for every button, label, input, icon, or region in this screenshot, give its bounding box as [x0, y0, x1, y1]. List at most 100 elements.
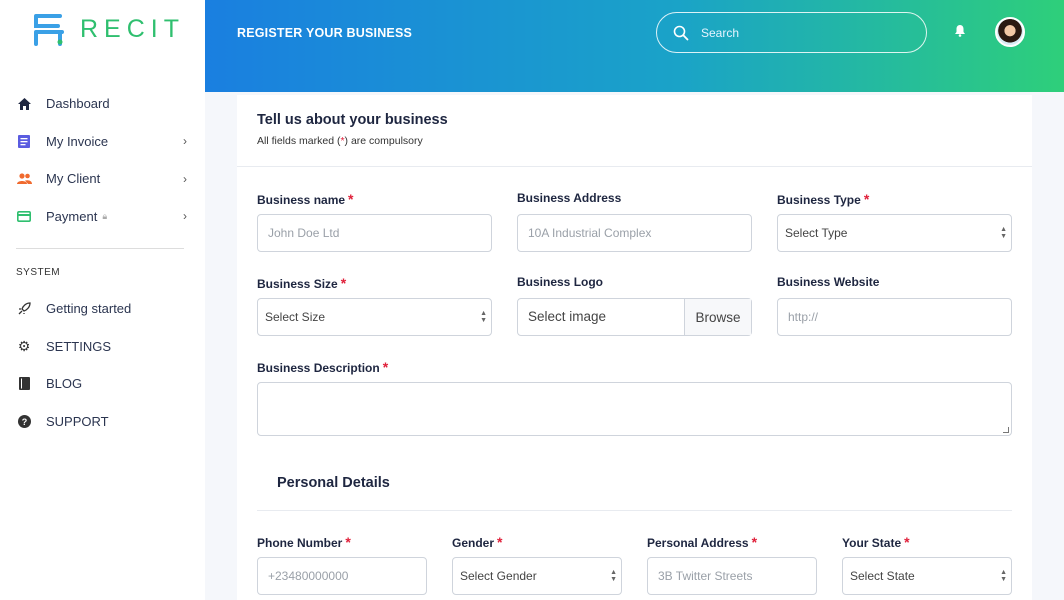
business-type-value: Select Type [785, 226, 848, 240]
required-mark: * [340, 275, 347, 291]
business-name-label-text: Business name [257, 193, 346, 207]
lock-icon: 🔒︎ [102, 210, 108, 221]
business-form-card: Tell us about your business All fields m… [237, 95, 1032, 600]
page-title: REGISTER YOUR BUSINESS [237, 26, 413, 40]
business-address-label: Business Address [517, 191, 622, 205]
business-description-label: Business Description * [257, 359, 388, 375]
business-logo-value: Select image [528, 309, 607, 324]
form-header-divider [237, 166, 1032, 167]
sidebar-system-nav: Getting started ⚙ SETTINGS BLOG ? SUPPOR… [0, 290, 205, 440]
required-mark: * [497, 534, 503, 550]
business-description-label-text: Business Description [257, 361, 380, 375]
sidebar-item-label: SETTINGS [46, 338, 112, 354]
business-logo-file[interactable]: Select image Browse [517, 298, 752, 336]
sidebar-item-support[interactable]: ? SUPPORT [0, 403, 205, 441]
business-website-field [777, 298, 1012, 336]
resize-grip-icon[interactable] [1003, 427, 1009, 433]
required-mark: * [751, 534, 758, 550]
rocket-icon [16, 301, 32, 317]
gender-label: Gender * [452, 534, 502, 550]
personal-address-label: Personal Address * [647, 534, 757, 550]
search-icon [673, 25, 689, 40]
required-mark: * [345, 534, 351, 550]
gender-label-text: Gender [452, 536, 495, 550]
business-address-input[interactable] [518, 215, 751, 251]
business-name-field [257, 214, 492, 252]
business-website-label: Business Website [777, 275, 880, 289]
state-select[interactable]: Select State ▲ ▼ [842, 557, 1012, 595]
sidebar-divider [16, 248, 184, 249]
business-address-field [517, 214, 752, 252]
sidebar-item-label: Dashboard [46, 96, 110, 112]
business-description-textarea[interactable] [258, 383, 1011, 435]
logo-text: RECIT [80, 14, 185, 43]
card-icon [16, 208, 32, 224]
phone-field [257, 557, 427, 595]
business-name-label: Business name * [257, 191, 354, 207]
personal-address-input[interactable] [648, 558, 816, 594]
invoice-icon [16, 133, 32, 149]
chevron-right-icon: › [183, 171, 187, 186]
sidebar-item-settings[interactable]: ⚙ SETTINGS [0, 328, 205, 366]
business-size-value: Select Size [265, 310, 326, 324]
chevron-right-icon: › [183, 209, 187, 224]
form-subtitle: All fields marked (*) are compulsory [257, 135, 423, 147]
sidebar-item-label: My Client [46, 171, 101, 187]
select-arrows-icon: ▲ ▼ [610, 569, 617, 583]
book-icon [16, 376, 32, 392]
browse-button[interactable]: Browse [684, 299, 751, 335]
business-size-select[interactable]: Select Size ▲ ▼ [257, 298, 492, 336]
form-subtitle-post: ) are compulsory [344, 135, 423, 147]
required-mark: * [863, 191, 870, 207]
gender-select[interactable]: Select Gender ▲ ▼ [452, 557, 622, 595]
business-logo-label: Business Logo [517, 275, 604, 289]
business-type-label-text: Business Type [777, 193, 861, 207]
sidebar-item-client[interactable]: My Client › [0, 160, 205, 198]
sidebar-item-label: My Invoice [46, 133, 109, 149]
phone-label-text: Phone Number [257, 536, 343, 550]
business-website-input[interactable] [778, 299, 1011, 335]
form-subtitle-pre: All fields marked ( [257, 135, 341, 147]
select-arrows-icon: ▲ ▼ [480, 310, 487, 324]
business-description-field [257, 382, 1012, 436]
state-value: Select State [850, 569, 915, 583]
select-arrows-icon: ▲ ▼ [1000, 226, 1007, 240]
phone-label: Phone Number * [257, 534, 351, 550]
phone-input[interactable] [258, 558, 426, 594]
sidebar-item-label: Payment [46, 208, 98, 224]
required-mark: * [348, 191, 354, 207]
required-mark: * [904, 534, 910, 550]
home-icon [16, 96, 32, 112]
sidebar-item-blog[interactable]: BLOG [0, 365, 205, 403]
business-size-label-text: Business Size [257, 277, 338, 291]
gender-value: Select Gender [460, 569, 537, 583]
sidebar-item-label: BLOG [46, 376, 83, 392]
personal-address-label-text: Personal Address [647, 536, 749, 550]
svg-text:?: ? [21, 417, 27, 427]
business-size-label: Business Size * [257, 275, 346, 291]
bell-icon[interactable] [954, 24, 966, 37]
section-label-system: SYSTEM [16, 267, 61, 278]
personal-details-title: Personal Details [277, 475, 390, 491]
state-label-text: Your State [842, 536, 902, 550]
search-box[interactable] [656, 12, 927, 53]
business-type-select[interactable]: Select Type ▲ ▼ [777, 214, 1012, 252]
avatar[interactable] [995, 17, 1025, 47]
required-mark: * [382, 359, 389, 375]
business-name-input[interactable] [258, 215, 491, 251]
top-header: REGISTER YOUR BUSINESS [205, 0, 1064, 92]
sidebar-item-invoice[interactable]: My Invoice › [0, 123, 205, 161]
sidebar-item-dashboard[interactable]: Dashboard [0, 85, 205, 123]
sidebar-item-payment[interactable]: Payment 🔒︎ › [0, 198, 205, 236]
chevron-right-icon: › [183, 134, 187, 149]
users-icon [16, 171, 32, 187]
sidebar-item-label: Getting started [46, 301, 132, 317]
personal-address-field [647, 557, 817, 595]
search-input[interactable] [701, 25, 901, 40]
sidebar-item-getting-started[interactable]: Getting started [0, 290, 205, 328]
logo[interactable]: RECIT [34, 12, 185, 46]
help-icon: ? [16, 413, 32, 429]
section-divider [257, 510, 1012, 511]
state-label: Your State * [842, 534, 910, 550]
sidebar-item-label: SUPPORT [46, 413, 109, 429]
